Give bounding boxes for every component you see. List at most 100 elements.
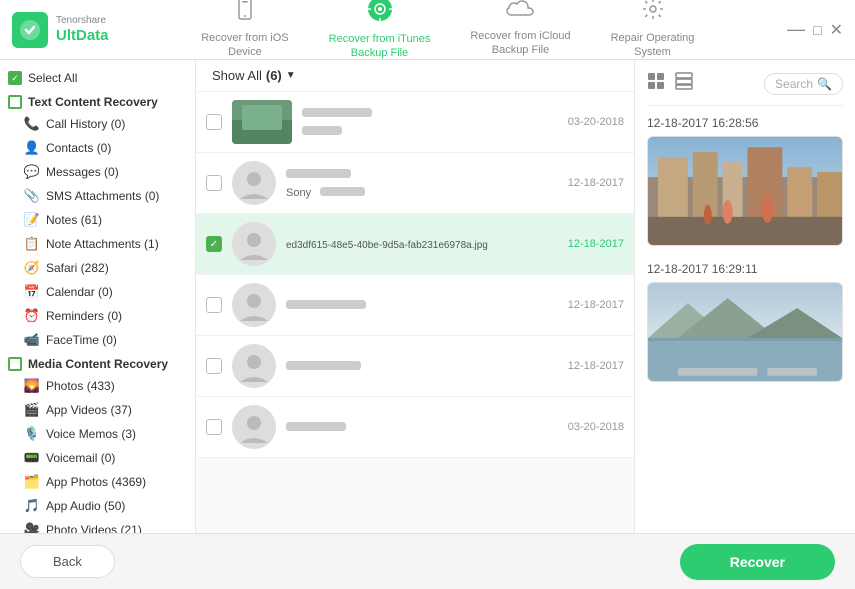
sidebar-item-label: App Photos (4369)	[46, 475, 146, 489]
sidebar-item-photo-videos[interactable]: 🎥 Photo Videos (21)	[0, 518, 195, 533]
sidebar-item-call-history[interactable]: 📞 Call History (0)	[0, 112, 195, 136]
select-all-checkbox[interactable]: ✓	[8, 71, 22, 85]
file-date-3: 12-18-2017	[568, 238, 624, 250]
file-checkbox-5[interactable]	[206, 358, 222, 374]
nav-icloud[interactable]: Recover from iCloudBackup File	[450, 0, 590, 68]
app-audio-icon: 🎵	[24, 498, 40, 514]
file-row[interactable]: 12-18-2017	[196, 275, 634, 336]
file-row[interactable]: 03-20-2018	[196, 397, 634, 458]
file-checkbox-4[interactable]	[206, 297, 222, 313]
file-date-5: 12-18-2017	[568, 360, 624, 372]
preview-item-1: 12-18-2017 16:28:56	[647, 116, 843, 246]
file-thumb-6	[232, 405, 276, 449]
group-media-checkbox[interactable]	[8, 357, 22, 371]
group-text-checkbox[interactable]	[8, 95, 22, 109]
sidebar-item-notes[interactable]: 📝 Notes (61)	[0, 208, 195, 232]
sidebar-item-sms-attachments[interactable]: 📎 SMS Attachments (0)	[0, 184, 195, 208]
close-btn[interactable]: ✕	[830, 20, 843, 40]
group-media-content: Media Content Recovery	[0, 352, 195, 374]
maximize-btn[interactable]: □	[813, 22, 821, 38]
file-info-5	[286, 357, 558, 375]
sidebar-item-photos[interactable]: 🌄 Photos (433)	[0, 374, 195, 398]
file-row[interactable]: ✓ ed3df615-48e5-40be-9d5a-fab231e6978a.j…	[196, 214, 634, 275]
sidebar-item-label: Photo Videos (21)	[46, 523, 142, 533]
sidebar-item-contacts[interactable]: 👤 Contacts (0)	[0, 136, 195, 160]
file-info-3: ed3df615-48e5-40be-9d5a-fab231e6978a.jpg	[286, 235, 558, 253]
repair-icon	[641, 0, 665, 27]
contacts-icon: 👤	[24, 140, 40, 156]
main-layout: ✓ Select All Text Content Recovery 📞 Cal…	[0, 60, 855, 533]
file-checkbox-2[interactable]	[206, 175, 222, 191]
nav-icloud-label: Recover from iCloudBackup File	[470, 29, 570, 58]
sidebar-item-label: App Audio (50)	[46, 499, 125, 513]
sidebar-item-reminders[interactable]: ⏰ Reminders (0)	[0, 304, 195, 328]
sidebar-item-app-videos[interactable]: 🎬 App Videos (37)	[0, 398, 195, 422]
preview-item-2: 12-18-2017 16:29:11	[647, 262, 843, 382]
sidebar-item-messages[interactable]: 💬 Messages (0)	[0, 160, 195, 184]
search-icon: 🔍	[817, 77, 832, 91]
sidebar-item-calendar[interactable]: 📅 Calendar (0)	[0, 280, 195, 304]
ios-icon	[233, 0, 257, 27]
sidebar: ✓ Select All Text Content Recovery 📞 Cal…	[0, 60, 196, 533]
file-thumb-2	[232, 161, 276, 205]
show-all-count: (6)	[266, 68, 282, 83]
file-thumb-5	[232, 344, 276, 388]
content-area: Show All (6) ▼	[196, 60, 855, 533]
app-photos-icon: 🗂️	[24, 474, 40, 490]
app-videos-icon: 🎬	[24, 402, 40, 418]
file-date-6: 03-20-2018	[568, 421, 624, 433]
sidebar-item-label: Voicemail (0)	[46, 451, 115, 465]
sidebar-item-note-attachments[interactable]: 📋 Note Attachments (1)	[0, 232, 195, 256]
file-list-panel: Show All (6) ▼	[196, 60, 635, 533]
safari-icon: 🧭	[24, 260, 40, 276]
group-text-label: Text Content Recovery	[28, 95, 158, 109]
calendar-icon: 📅	[24, 284, 40, 300]
window-controls: — □ ✕	[787, 19, 843, 40]
sidebar-item-label: FaceTime (0)	[46, 333, 117, 347]
back-button[interactable]: Back	[20, 545, 115, 578]
file-info-2: Sony	[286, 165, 558, 201]
search-box[interactable]: Search 🔍	[764, 73, 843, 95]
list-view-icon[interactable]	[675, 72, 693, 95]
file-row[interactable]: 12-18-2017	[196, 336, 634, 397]
select-all-label: Select All	[28, 71, 77, 85]
show-all-button[interactable]: Show All (6) ▼	[212, 68, 296, 83]
file-checkbox-1[interactable]	[206, 114, 222, 130]
sidebar-item-safari[interactable]: 🧭 Safari (282)	[0, 256, 195, 280]
preview-timestamp-1: 12-18-2017 16:28:56	[647, 116, 843, 130]
note-attach-icon: 📋	[24, 236, 40, 252]
file-name-blurred	[286, 361, 361, 370]
app-name: Tenorshare UltData	[56, 15, 109, 45]
preview-image-2	[647, 282, 843, 382]
file-checkbox-6[interactable]	[206, 419, 222, 435]
file-name-blurred	[286, 169, 351, 178]
sidebar-item-facetime[interactable]: 📹 FaceTime (0)	[0, 328, 195, 352]
sidebar-item-label: Calendar (0)	[46, 285, 113, 299]
sidebar-item-voice-memos[interactable]: 🎙️ Voice Memos (3)	[0, 422, 195, 446]
sidebar-item-label: Note Attachments (1)	[46, 237, 159, 251]
photos-icon: 🌄	[24, 378, 40, 394]
nav-ios-label: Recover from iOSDevice	[201, 31, 288, 60]
file-name-blurred	[302, 108, 372, 117]
sidebar-item-app-photos[interactable]: 🗂️ App Photos (4369)	[0, 470, 195, 494]
file-row[interactable]: Sony 12-18-2017	[196, 153, 634, 214]
grid-view-icon[interactable]	[647, 72, 665, 95]
sidebar-item-voicemail[interactable]: 📟 Voicemail (0)	[0, 446, 195, 470]
sidebar-item-label: App Videos (37)	[46, 403, 132, 417]
voice-memos-icon: 🎙️	[24, 426, 40, 442]
file-checkbox-3[interactable]: ✓	[206, 236, 222, 252]
search-placeholder-text: Search	[775, 77, 813, 91]
minimize-btn[interactable]: —	[787, 19, 805, 40]
voicemail-icon: 📟	[24, 450, 40, 466]
sidebar-item-label: Reminders (0)	[46, 309, 122, 323]
file-row[interactable]: 03-20-2018	[196, 92, 634, 153]
file-date-1: 03-20-2018	[568, 116, 624, 128]
recover-button[interactable]: Recover	[680, 544, 835, 580]
sidebar-item-app-audio[interactable]: 🎵 App Audio (50)	[0, 494, 195, 518]
file-thumb-3	[232, 222, 276, 266]
file-subname-blurred	[302, 126, 342, 135]
select-all[interactable]: ✓ Select All	[0, 66, 195, 90]
call-history-icon: 📞	[24, 116, 40, 132]
file-info-4	[286, 296, 558, 314]
preview-panel: Search 🔍 12-18-2017 16:28:56	[635, 60, 855, 533]
